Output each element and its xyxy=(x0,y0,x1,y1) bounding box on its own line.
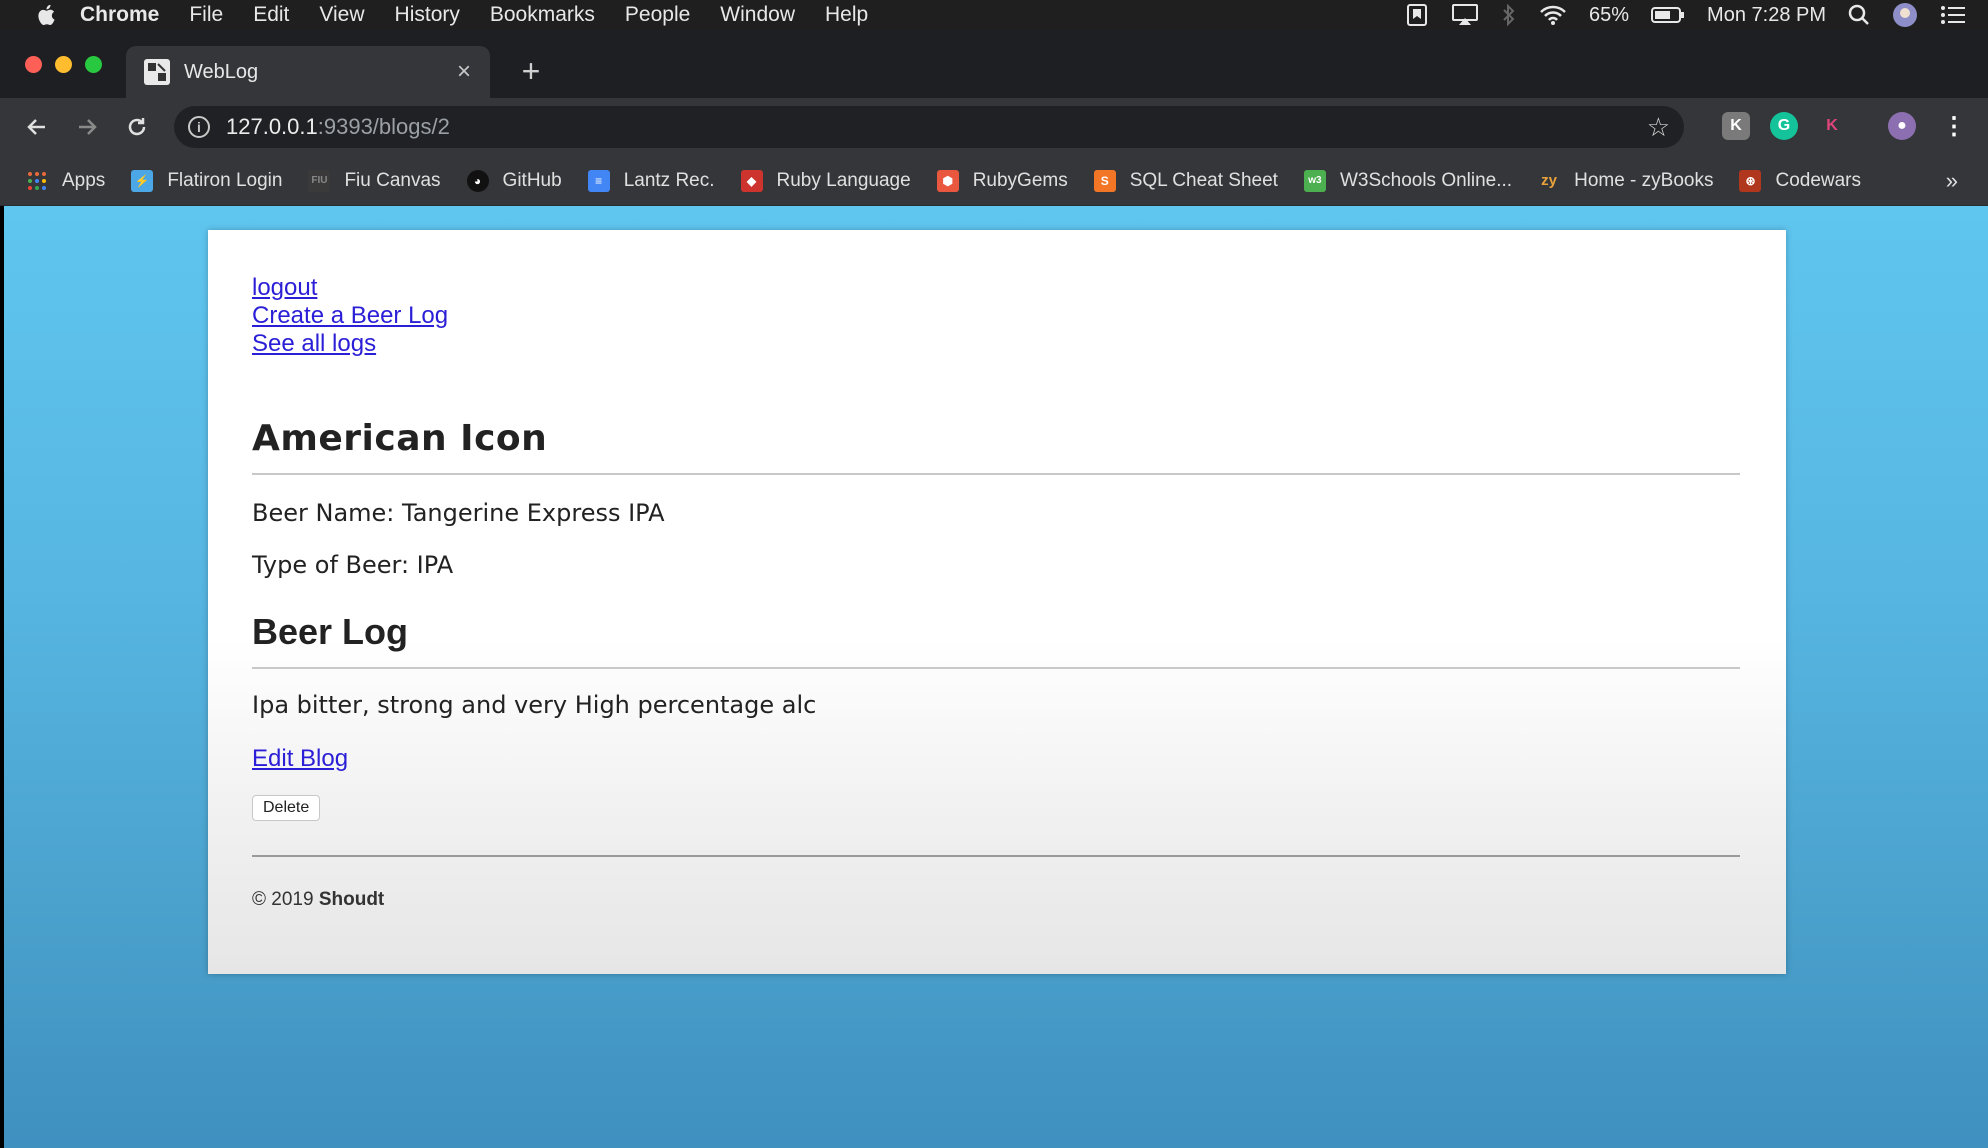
browser-toolbar: i 127.0.0.1 :9393/blogs/2 ☆ K G K ● ⋮ xyxy=(0,98,1988,156)
battery-percent: 65% xyxy=(1589,3,1630,26)
divider xyxy=(252,667,1740,669)
menu-people[interactable]: People xyxy=(625,3,690,27)
menu-bookmarks[interactable]: Bookmarks xyxy=(490,3,595,27)
extension-kami-icon[interactable]: K xyxy=(1818,112,1846,140)
bookmark-label: Home - zyBooks xyxy=(1574,169,1714,191)
github-icon: ◕ xyxy=(466,169,489,192)
flatiron-icon: ⚡ xyxy=(131,169,154,192)
footer: © 2019 Shoudt xyxy=(252,889,1740,911)
bookmark-flatiron-login[interactable]: ⚡ Flatiron Login xyxy=(131,169,283,192)
bookmark-label: Fiu Canvas xyxy=(344,169,441,191)
content-card: logout Create a Beer Log See all logs Am… xyxy=(208,230,1786,974)
divider xyxy=(252,473,1740,475)
ruby-icon: ◆ xyxy=(740,169,763,192)
page-viewport: logout Create a Beer Log See all logs Am… xyxy=(4,206,1988,1148)
window-close-button[interactable] xyxy=(25,56,42,73)
bookmark-github[interactable]: ◕ GitHub xyxy=(466,169,562,192)
bookmark-fiu-canvas[interactable]: FIU Fiu Canvas xyxy=(308,169,441,192)
back-arrow-icon[interactable] xyxy=(20,110,54,144)
airplay-icon[interactable] xyxy=(1451,3,1479,27)
menu-help[interactable]: Help xyxy=(825,3,868,27)
bluetooth-icon[interactable] xyxy=(1501,3,1517,27)
menu-app-name[interactable]: Chrome xyxy=(80,3,159,27)
spotlight-search-icon[interactable] xyxy=(1848,4,1870,26)
apps-grid-icon xyxy=(26,170,48,192)
menu-view[interactable]: View xyxy=(319,3,364,27)
bookmark-label: Ruby Language xyxy=(776,169,911,191)
bookmark-star-icon[interactable]: ☆ xyxy=(1647,112,1670,143)
menu-window[interactable]: Window xyxy=(720,3,795,27)
doc-icon: ≡ xyxy=(587,169,610,192)
menu-history[interactable]: History xyxy=(395,3,460,27)
content-body: logout Create a Beer Log See all logs Am… xyxy=(252,274,1740,911)
see-all-logs-link[interactable]: See all logs xyxy=(252,330,1740,358)
reload-icon[interactable] xyxy=(120,110,154,144)
window-minimize-button[interactable] xyxy=(55,56,72,73)
user-avatar-icon[interactable] xyxy=(1892,2,1918,28)
bookmark-sql-cheat-sheet[interactable]: S SQL Cheat Sheet xyxy=(1093,169,1278,192)
new-tab-button[interactable]: + xyxy=(514,54,548,88)
rubygems-icon: ⬢ xyxy=(936,169,959,192)
chrome-menu-icon[interactable]: ⋮ xyxy=(1940,112,1968,140)
bookmark-lantz-rec[interactable]: ≡ Lantz Rec. xyxy=(587,169,715,192)
menu-edit[interactable]: Edit xyxy=(253,3,289,27)
zybooks-icon: zy xyxy=(1541,172,1558,189)
tab-close-icon[interactable]: × xyxy=(446,54,482,90)
logout-link[interactable]: logout xyxy=(252,274,1740,302)
apple-logo-icon[interactable] xyxy=(34,2,60,28)
grammarly-extension-icon[interactable]: G xyxy=(1770,112,1798,140)
notification-center-icon[interactable] xyxy=(1940,4,1966,26)
bookmark-app-icon[interactable] xyxy=(1405,3,1429,27)
bookmark-rubygems[interactable]: ⬢ RubyGems xyxy=(936,169,1068,192)
fiu-icon: FIU xyxy=(308,169,331,192)
address-bar[interactable]: i 127.0.0.1 :9393/blogs/2 ☆ xyxy=(174,106,1684,148)
w3-icon: w3 xyxy=(1303,169,1326,192)
site-info-icon[interactable]: i xyxy=(188,116,210,138)
tab-title: WebLog xyxy=(184,60,259,83)
bookmark-label: W3Schools Online... xyxy=(1339,169,1513,191)
window-zoom-button[interactable] xyxy=(85,56,102,73)
bookmark-w3schools[interactable]: w3 W3Schools Online... xyxy=(1303,169,1513,192)
footer-author: Shoudt xyxy=(318,889,385,910)
codewars-icon: ⊛ xyxy=(1739,169,1762,192)
menu-clock[interactable]: Mon 7:28 PM xyxy=(1707,4,1826,27)
footer-divider xyxy=(252,855,1740,857)
wifi-icon[interactable] xyxy=(1539,4,1567,26)
profile-avatar-icon[interactable]: ● xyxy=(1888,112,1916,140)
weblog-favicon-icon xyxy=(144,59,170,85)
bookmark-ruby-language[interactable]: ◆ Ruby Language xyxy=(740,169,911,192)
bookmark-label: Apps xyxy=(62,169,106,191)
beer-log-heading: Beer Log xyxy=(252,611,409,652)
forward-arrow-icon[interactable] xyxy=(70,110,104,144)
tab-weblog[interactable]: WebLog × xyxy=(126,46,490,98)
footer-copyright: © 2019 xyxy=(252,889,319,910)
menu-file[interactable]: File xyxy=(189,3,223,27)
bookmark-zybooks[interactable]: zy Home - zyBooks xyxy=(1538,170,1713,192)
bookmarks-overflow-icon[interactable]: » xyxy=(1946,168,1958,194)
beer-type-text: Type of Beer: IPA xyxy=(252,551,454,579)
bookmarks-bar: Apps ⚡ Flatiron Login FIU Fiu Canvas ◕ G… xyxy=(0,156,1988,206)
macos-menu-bar: Chrome File Edit View History Bookmarks … xyxy=(0,0,1988,30)
bookmark-label: Codewars xyxy=(1775,169,1862,191)
edit-blog-link[interactable]: Edit Blog xyxy=(252,745,348,773)
bookmark-label: RubyGems xyxy=(972,169,1068,191)
battery-icon[interactable] xyxy=(1651,6,1685,24)
bookmark-codewars[interactable]: ⊛ Codewars xyxy=(1739,169,1862,192)
bookmark-label: GitHub xyxy=(502,169,562,191)
browser-tab-strip: WebLog × + xyxy=(0,30,1988,98)
bookmark-label: SQL Cheat Sheet xyxy=(1129,169,1278,191)
beer-name-text: Beer Name: Tangerine Express IPA xyxy=(252,499,665,527)
brewery-heading: American Icon xyxy=(252,418,548,459)
url-host: 127.0.0.1 xyxy=(226,114,318,139)
bookmark-label: Flatiron Login xyxy=(167,169,283,191)
bookmark-label: Lantz Rec. xyxy=(623,169,715,191)
sql-icon: S xyxy=(1093,169,1116,192)
url-path: :9393/blogs/2 xyxy=(317,114,450,139)
menu-bar-status-area: 65% Mon 7:28 PM xyxy=(1405,0,1966,30)
bookmark-apps[interactable]: Apps xyxy=(26,170,105,192)
delete-button[interactable]: Delete xyxy=(252,795,321,821)
extension-k-icon[interactable]: K xyxy=(1722,112,1750,140)
create-beer-log-link[interactable]: Create a Beer Log xyxy=(252,302,1740,330)
beer-log-text: Ipa bitter, strong and very High percent… xyxy=(252,691,817,719)
